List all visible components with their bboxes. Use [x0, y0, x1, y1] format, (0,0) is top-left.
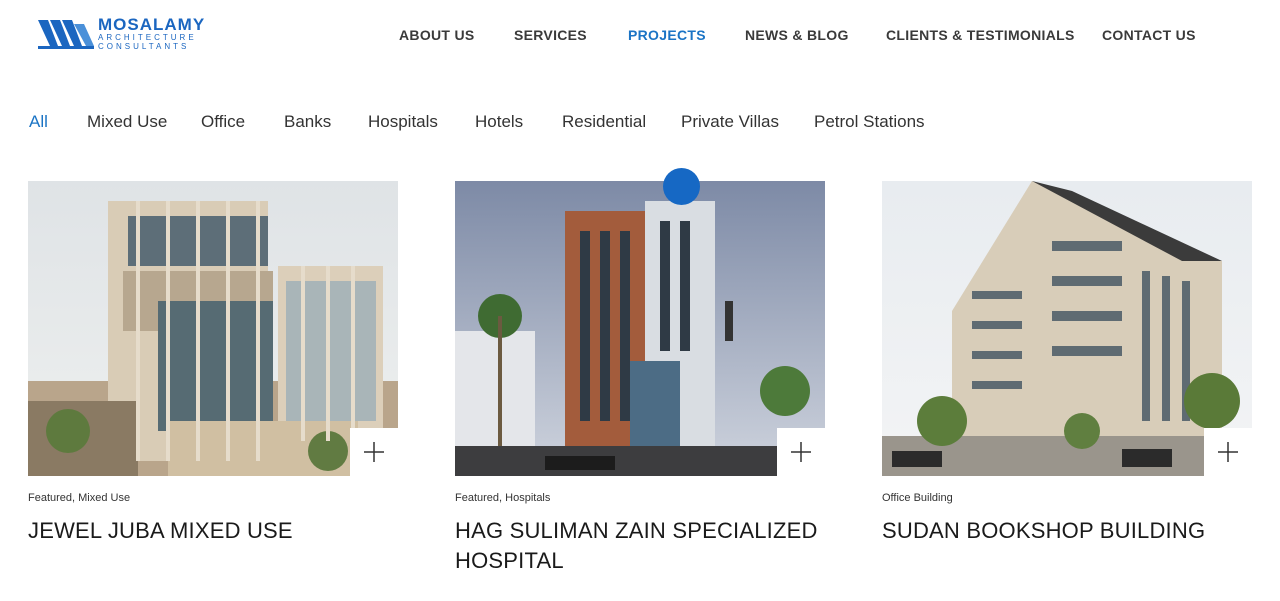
- project-image[interactable]: [455, 181, 825, 476]
- project-card[interactable]: Featured, Mixed Use JEWEL JUBA MIXED USE: [28, 181, 398, 546]
- plus-icon: [791, 442, 811, 462]
- building-image: [28, 181, 398, 476]
- expand-button[interactable]: [777, 428, 825, 476]
- project-title[interactable]: HAG SULIMAN ZAIN SPECIALIZED HOSPITAL: [455, 516, 825, 576]
- project-filters: All Mixed Use Office Banks Hospitals Hot…: [0, 112, 1280, 134]
- project-tags[interactable]: Featured, Mixed Use: [28, 492, 398, 506]
- project-tags[interactable]: Featured, Hospitals: [455, 492, 825, 506]
- filter-residential[interactable]: Residential: [562, 112, 646, 132]
- project-image[interactable]: [28, 181, 398, 476]
- cursor-dot: [663, 168, 700, 205]
- filter-all[interactable]: All: [29, 112, 48, 132]
- plus-icon: [1218, 442, 1238, 462]
- nav-projects[interactable]: PROJECTS: [628, 27, 706, 43]
- nav-clients-testimonials[interactable]: CLIENTS & TESTIMONIALS: [886, 27, 1075, 43]
- nav-services[interactable]: SERVICES: [514, 27, 587, 43]
- project-title[interactable]: JEWEL JUBA MIXED USE: [28, 516, 398, 546]
- filter-hotels[interactable]: Hotels: [475, 112, 523, 132]
- site-header: MOSALAMY ARCHITECTURE CONSULTANTS ABOUT …: [0, 0, 1280, 70]
- project-tags[interactable]: Office Building: [882, 492, 1252, 506]
- filter-private-villas[interactable]: Private Villas: [681, 112, 779, 132]
- filter-office[interactable]: Office: [201, 112, 245, 132]
- filter-mixed-use[interactable]: Mixed Use: [87, 112, 167, 132]
- project-card[interactable]: Featured, Hospitals HAG SULIMAN ZAIN SPE…: [455, 181, 825, 576]
- plus-icon: [364, 442, 384, 462]
- nav-contact-us[interactable]: CONTACT US: [1102, 27, 1196, 43]
- project-image[interactable]: [882, 181, 1252, 476]
- nav-about-us[interactable]: ABOUT US: [399, 27, 475, 43]
- nav-news-blog[interactable]: NEWS & BLOG: [745, 27, 849, 43]
- building-image: [882, 181, 1252, 476]
- main-nav: ABOUT US SERVICES PROJECTS NEWS & BLOG C…: [0, 27, 1280, 47]
- filter-hospitals[interactable]: Hospitals: [368, 112, 438, 132]
- expand-button[interactable]: [350, 428, 398, 476]
- expand-button[interactable]: [1204, 428, 1252, 476]
- project-title[interactable]: SUDAN BOOKSHOP BUILDING: [882, 516, 1252, 546]
- project-card[interactable]: Office Building SUDAN BOOKSHOP BUILDING: [882, 181, 1252, 546]
- building-image: [455, 181, 825, 476]
- filter-petrol-stations[interactable]: Petrol Stations: [814, 112, 925, 132]
- filter-banks[interactable]: Banks: [284, 112, 331, 132]
